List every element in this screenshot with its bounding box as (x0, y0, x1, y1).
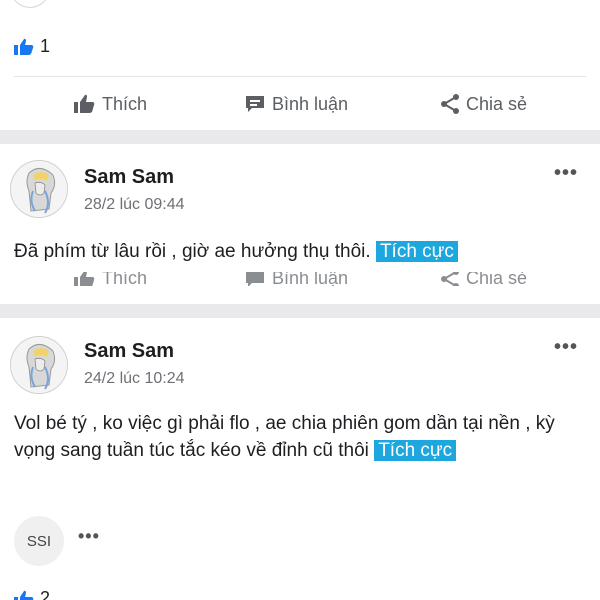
comment-button[interactable]: Bình luận (244, 94, 348, 115)
like-reaction-icon (14, 38, 34, 56)
share-icon (441, 272, 459, 286)
post-text: Vol bé tý , ko việc gì phải flo , ae chi… (14, 413, 555, 461)
share-button[interactable]: Chia sẻ (440, 272, 527, 286)
action-bar: Thích Bình luận Chia sẻ (0, 84, 600, 124)
stock-more-icon[interactable]: ••• (78, 526, 100, 547)
like-button[interactable]: Thích (74, 272, 147, 286)
stock-ticker-badge[interactable]: SSI (14, 516, 64, 566)
thumbs-up-icon (74, 272, 95, 286)
comment-icon (246, 96, 264, 112)
like-count: 2 (40, 588, 51, 600)
share-label: Chia sẻ (466, 93, 528, 114)
author-name[interactable]: Sam Sam (84, 340, 174, 363)
previous-post-footer: 1 Thích Bình luận Chia sẻ (0, 0, 600, 130)
comment-button[interactable]: Bình luận (244, 272, 348, 286)
avatar[interactable] (10, 160, 68, 218)
post-card: Sam Sam 24/2 lúc 10:24 ••• Vol bé tý , k… (0, 318, 600, 600)
post-body: Đã phím từ lâu rồi , giờ ae hưởng thụ th… (14, 238, 586, 265)
post-card: Sam Sam 28/2 lúc 09:44 ••• Đã phím từ lâ… (0, 144, 600, 304)
like-label: Thích (102, 272, 148, 286)
post-timestamp[interactable]: 24/2 lúc 10:24 (84, 370, 185, 388)
author-name[interactable]: Sam Sam (84, 166, 174, 189)
divider (14, 76, 586, 77)
avatar-sketch-icon (11, 161, 67, 217)
sentiment-tag[interactable]: Tích cực (375, 241, 458, 262)
avatar-sketch-icon (11, 337, 67, 393)
post-timestamp[interactable]: 28/2 lúc 09:44 (84, 196, 185, 214)
sentiment-tag[interactable]: Tích cực (374, 440, 457, 461)
comment-label: Bình luận (272, 93, 349, 114)
avatar[interactable] (10, 336, 68, 394)
previous-post-element (10, 0, 50, 8)
like-label: Thích (102, 93, 148, 114)
section-separator (0, 304, 600, 318)
section-separator (0, 130, 600, 144)
share-button[interactable]: Chia sẻ (440, 94, 527, 115)
like-count: 1 (40, 36, 51, 56)
share-label: Chia sẻ (466, 272, 528, 286)
like-button[interactable]: Thích (74, 94, 147, 115)
action-bar-obscured: Thích Bình luận Chia sẻ (0, 272, 600, 286)
post-body: Vol bé tý , ko việc gì phải flo , ae chi… (14, 410, 586, 464)
post-text: Đã phím từ lâu rồi , giờ ae hưởng thụ th… (14, 241, 371, 262)
more-options-icon[interactable]: ••• (554, 162, 578, 185)
reaction-summary[interactable]: 1 (14, 36, 50, 57)
thumbs-up-icon (74, 94, 95, 113)
more-options-icon[interactable]: ••• (554, 336, 578, 359)
reaction-summary[interactable]: 2 (14, 588, 50, 600)
comment-icon (246, 272, 264, 286)
share-icon (441, 94, 459, 114)
comment-label: Bình luận (272, 272, 349, 286)
like-reaction-icon (14, 590, 34, 600)
